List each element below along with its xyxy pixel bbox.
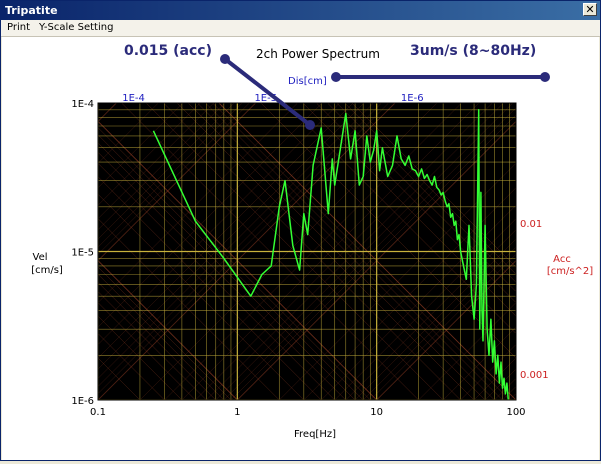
menu-item-print[interactable]: Print: [7, 20, 30, 36]
y-axis-label-1: Vel: [33, 252, 48, 263]
y-tick-label: 1E-4: [71, 99, 94, 110]
y-tick-label: 1E-6: [71, 396, 94, 407]
diag-grid-line: [2, 103, 56, 400]
dis-tick-label: 1E-6: [401, 93, 424, 104]
close-icon: ✕: [585, 3, 595, 16]
x-tick-label: 1: [234, 407, 240, 418]
diag-grid-line: [582, 103, 599, 400]
annotation-right-bar-end: [540, 72, 550, 82]
diag-grid-line: [502, 386, 516, 400]
tripartite-chart: 0.1 1 10 1001E-61E-51E-41E-4 1E-5 1E-60.010.0…: [2, 43, 599, 440]
close-button[interactable]: ✕: [583, 3, 597, 16]
acc-axis-label-2: [cm/s^2]: [547, 266, 593, 277]
window-title: Tripatite: [5, 4, 58, 17]
annotation-left-pointer-start: [220, 54, 230, 64]
app-window: Tripatite ✕ Print Y-Scale Setting 0.1 1 10…: [0, 0, 601, 461]
x-tick-label: 100: [506, 407, 525, 418]
annotation-left-pointer-end: [305, 120, 315, 130]
menu-bar: Print Y-Scale Setting: [1, 20, 600, 37]
acc-tick-label: 0.01: [520, 219, 542, 230]
x-tick-label: 10: [370, 407, 383, 418]
x-tick-label: 0.1: [90, 407, 106, 418]
dis-axis-label: Dis[cm]: [288, 76, 327, 87]
title-bar[interactable]: Tripatite ✕: [1, 1, 600, 20]
dis-tick-label: 1E-4: [122, 93, 145, 104]
diag-grid-line: [515, 399, 516, 400]
annotation-left: 0.015 (acc): [124, 43, 212, 59]
annotation-right-bar-start: [331, 72, 341, 82]
chart-title: 2ch Power Spectrum: [256, 47, 380, 61]
annotation-right: 3um/s (8~80Hz): [410, 43, 536, 59]
y-axis-label-2: [cm/s]: [31, 265, 63, 276]
menu-item-y-scale-setting[interactable]: Y-Scale Setting: [39, 20, 113, 36]
y-tick-label: 1E-5: [71, 248, 94, 259]
acc-axis-label-1: Acc: [553, 254, 571, 265]
x-axis-label: Freq[Hz]: [294, 429, 336, 440]
plot-panel: 0.1 1 10 100 1E-6 1E-5 1E-4 1E-4 1E-5 1E-6 0.01 0.0…: [2, 37, 599, 460]
acc-tick-label: 0.001: [520, 370, 549, 381]
diag-grid-line: [558, 103, 599, 400]
diag-grid-line: [2, 103, 25, 400]
diag-grid-line: [509, 393, 516, 400]
